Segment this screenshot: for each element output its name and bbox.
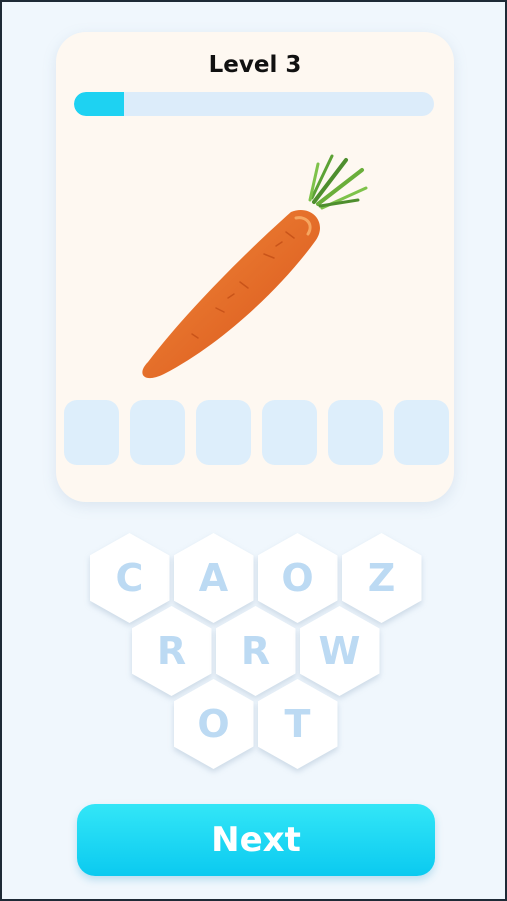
answer-slot[interactable] — [328, 400, 383, 465]
level-title: Level 3 — [208, 52, 302, 78]
letter-tile-label: O — [197, 702, 230, 746]
letter-tile[interactable]: O — [173, 679, 254, 769]
answer-slot[interactable] — [394, 400, 449, 465]
letter-tile[interactable]: T — [257, 679, 338, 769]
level-progress-bar — [74, 92, 434, 116]
level-card: Level 3 — [56, 32, 454, 502]
answer-slot[interactable] — [130, 400, 185, 465]
answer-slot[interactable] — [196, 400, 251, 465]
answer-slots — [64, 400, 449, 465]
answer-slot[interactable] — [262, 400, 317, 465]
letter-tile-label: T — [284, 702, 311, 746]
answer-slot[interactable] — [64, 400, 119, 465]
next-button[interactable]: Next — [77, 804, 435, 876]
carrot-icon — [142, 154, 368, 379]
level-progress-fill — [74, 92, 125, 116]
